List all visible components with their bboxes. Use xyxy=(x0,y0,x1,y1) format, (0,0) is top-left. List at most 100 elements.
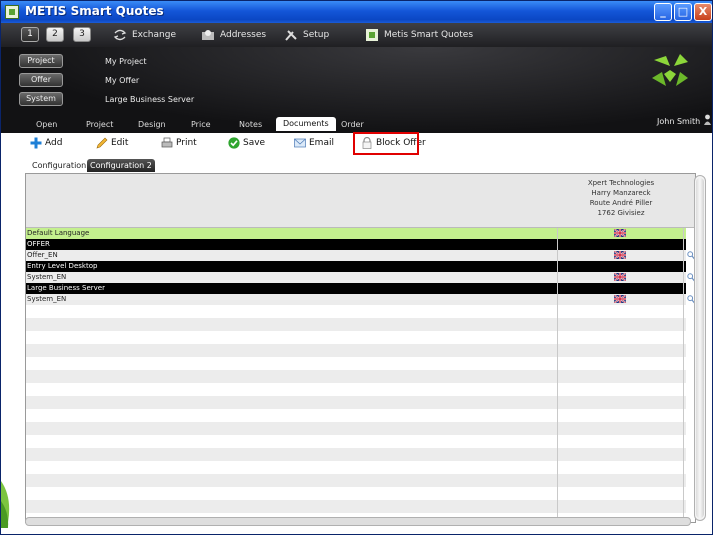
tab-order[interactable]: Order xyxy=(341,120,364,129)
edit-button[interactable]: Edit xyxy=(96,137,128,149)
address-line: Harry Manzareck xyxy=(591,189,651,197)
uk-flag-icon[interactable] xyxy=(614,273,626,281)
column-divider xyxy=(683,228,684,522)
customer-address: Xpert Technologies Harry Manzareck Route… xyxy=(559,178,683,218)
tab-project[interactable]: Project xyxy=(86,120,113,129)
tab-documents[interactable]: Documents xyxy=(276,117,336,131)
empty-row xyxy=(26,474,686,487)
app-icon xyxy=(5,5,19,19)
project-button[interactable]: Project xyxy=(19,54,63,68)
addresses-icon xyxy=(202,30,214,40)
row-label: Large Business Server xyxy=(27,284,105,292)
print-button-label: Print xyxy=(176,138,197,148)
empty-row xyxy=(26,383,686,396)
address-line: Xpert Technologies xyxy=(587,179,655,187)
menu-metis-label: Metis Smart Quotes xyxy=(384,30,474,40)
empty-row xyxy=(26,305,686,318)
empty-row xyxy=(26,396,686,409)
top-menu-bar: 1 2 3 Exchange Addresses Setup Metis Sma… xyxy=(1,23,712,47)
uk-flag-icon[interactable] xyxy=(614,295,626,303)
uk-flag-icon[interactable] xyxy=(614,229,626,237)
empty-row xyxy=(26,357,686,370)
menu-addresses-label: Addresses xyxy=(220,30,267,40)
add-button[interactable]: Add xyxy=(30,137,62,149)
email-button-label: Email xyxy=(309,138,334,148)
uk-flag-icon[interactable] xyxy=(614,251,626,259)
menu-exchange-label: Exchange xyxy=(132,30,176,40)
step-3-button[interactable]: 3 xyxy=(73,27,91,42)
pencil-icon xyxy=(96,137,108,149)
empty-row xyxy=(26,461,686,474)
bottom-bar xyxy=(1,528,712,534)
menu-metis[interactable]: Metis Smart Quotes xyxy=(365,29,473,41)
metis-logo-icon xyxy=(652,54,688,86)
tab-price[interactable]: Price xyxy=(191,120,211,129)
highlight-box xyxy=(353,132,419,155)
menu-setup-label: Setup xyxy=(303,30,330,40)
menu-setup[interactable]: Setup xyxy=(284,29,329,41)
row-label: OFFER xyxy=(27,240,50,248)
row-label: System_EN xyxy=(27,295,67,303)
configuration-tabs: Configuration 1 Configuration 2 xyxy=(1,157,712,173)
empty-row xyxy=(26,500,686,513)
header-panel: Project My Project Offer My Offer System… xyxy=(1,47,712,133)
edit-button-label: Edit xyxy=(111,138,129,148)
email-button[interactable]: Email xyxy=(294,137,334,149)
close-button[interactable]: X xyxy=(694,3,712,21)
tab-open[interactable]: Open xyxy=(36,120,57,129)
row-label: Offer_EN xyxy=(27,251,58,259)
table-row[interactable]: System_EN xyxy=(26,272,695,283)
window-title: METIS Smart Quotes xyxy=(25,4,164,18)
print-button[interactable]: Print xyxy=(161,137,197,149)
column-divider xyxy=(557,228,558,522)
empty-row xyxy=(26,370,686,383)
system-button[interactable]: System xyxy=(19,92,63,106)
step-2-button[interactable]: 2 xyxy=(46,27,64,42)
table-row[interactable]: Offer_EN xyxy=(26,250,695,261)
plus-icon xyxy=(30,137,42,149)
empty-row xyxy=(26,318,686,331)
tab-notes[interactable]: Notes xyxy=(239,120,262,129)
email-icon xyxy=(294,138,306,148)
row-label: Entry Level Desktop xyxy=(27,262,98,270)
scrollbar-thumb[interactable] xyxy=(696,178,704,518)
table-row[interactable]: Default Language xyxy=(26,228,686,239)
table-row: Entry Level Desktop xyxy=(26,261,686,272)
user-name: John Smith xyxy=(657,117,701,126)
menu-exchange[interactable]: Exchange xyxy=(113,29,176,41)
menu-addresses[interactable]: Addresses xyxy=(201,29,266,41)
row-label: Default Language xyxy=(27,229,90,237)
empty-row xyxy=(26,435,686,448)
grid-header: Xpert Technologies Harry Manzareck Route… xyxy=(26,174,695,228)
horizontal-scrollbar[interactable] xyxy=(25,517,691,526)
row-label: System_EN xyxy=(27,273,67,281)
user-icon[interactable] xyxy=(704,114,711,125)
empty-row xyxy=(26,487,686,500)
step-1-button[interactable]: 1 xyxy=(21,27,39,42)
title-bar: METIS Smart Quotes _ □ X xyxy=(1,1,712,23)
add-button-label: Add xyxy=(45,138,63,148)
table-row: Large Business Server xyxy=(26,283,686,294)
maximize-button[interactable]: □ xyxy=(674,3,692,21)
empty-row xyxy=(26,422,686,435)
address-line: 1762 Givisiez xyxy=(597,209,645,217)
tab-design[interactable]: Design xyxy=(138,120,166,129)
vertical-scrollbar[interactable] xyxy=(694,175,706,521)
empty-row xyxy=(26,344,686,357)
table-row: OFFER xyxy=(26,239,686,250)
minimize-button[interactable]: _ xyxy=(654,3,672,21)
offer-value: My Offer xyxy=(105,76,140,85)
printer-icon xyxy=(161,137,173,148)
empty-row xyxy=(26,448,686,461)
metis-icon xyxy=(366,29,378,41)
save-button[interactable]: Save xyxy=(228,137,265,149)
tools-icon xyxy=(285,30,297,41)
decorative-swoosh-icon xyxy=(1,481,10,534)
checkmark-icon xyxy=(228,137,240,149)
save-button-label: Save xyxy=(243,138,266,148)
tab-configuration-2[interactable]: Configuration 2 xyxy=(87,159,155,172)
offer-button[interactable]: Offer xyxy=(19,73,63,87)
documents-grid: Xpert Technologies Harry Manzareck Route… xyxy=(25,173,696,523)
table-row[interactable]: System_EN xyxy=(26,294,695,305)
system-value: Large Business Server xyxy=(105,95,195,104)
